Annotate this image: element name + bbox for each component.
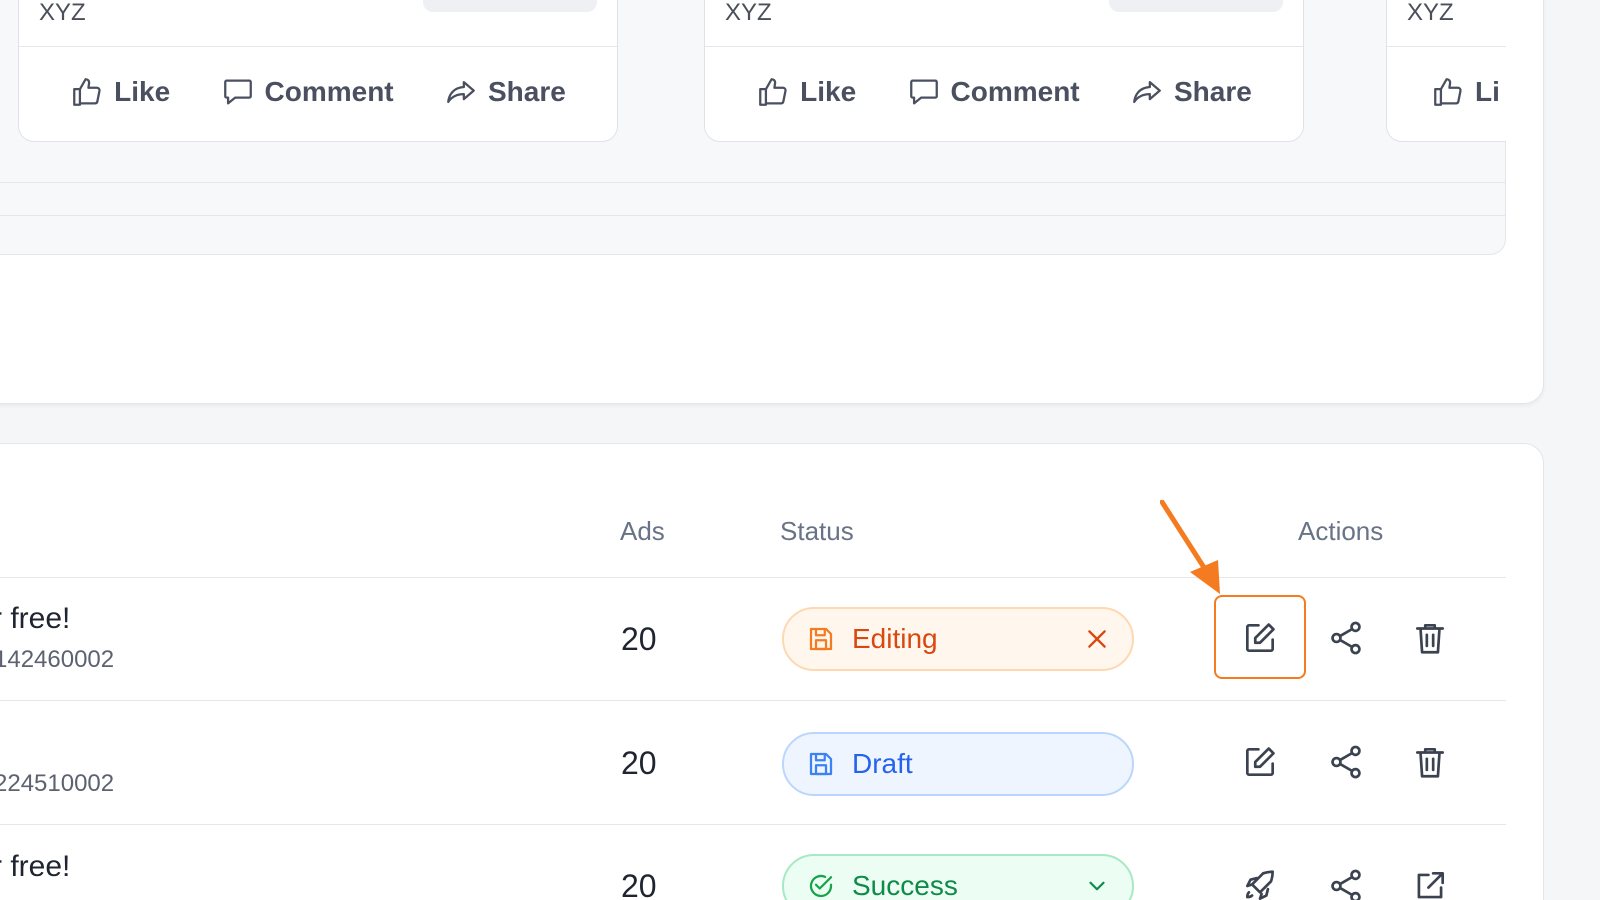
share-button[interactable]: Share (444, 75, 566, 109)
row-ads-count: 20 (621, 868, 657, 900)
close-icon[interactable] (1084, 626, 1110, 652)
save-icon (809, 752, 833, 776)
campaigns-table (0, 443, 1544, 900)
launch-button[interactable] (1238, 864, 1282, 900)
column-header-ads[interactable]: Ads (620, 516, 665, 547)
share-label: Share (487, 76, 566, 107)
row-ads-count: 20 (621, 745, 657, 781)
column-header-actions: Actions (1298, 516, 1384, 546)
edit-button[interactable] (1238, 740, 1282, 784)
like-label: Like (800, 76, 857, 107)
trash-icon (1415, 747, 1445, 778)
share-arrow-icon (447, 80, 475, 104)
divider (705, 46, 1303, 47)
post-author: XYZ (39, 0, 86, 26)
post-card: XYZ Li (1386, 0, 1506, 142)
like-label: Like (114, 76, 171, 107)
divider (0, 182, 1505, 183)
post-actions: Like Comment Share (19, 55, 617, 129)
status-label: Editing (852, 623, 938, 654)
post-tag (423, 0, 597, 12)
like-button[interactable]: Li (1431, 55, 1500, 129)
check-circle-icon (809, 874, 833, 898)
share-icon (1331, 745, 1361, 779)
column-header-status[interactable]: Status (780, 516, 854, 547)
row-id: 142460002 (0, 646, 115, 673)
edit-button-highlight (1214, 595, 1306, 679)
post-author: XYZ (725, 0, 772, 26)
comment-button[interactable]: Comment (221, 75, 394, 109)
save-icon (809, 627, 833, 651)
edit-icon (1245, 747, 1275, 777)
share-label: Share (1173, 76, 1252, 107)
post-tag (1109, 0, 1283, 12)
thumbs-up-icon (759, 78, 787, 106)
comment-button[interactable]: Comment (907, 75, 1080, 109)
divider (0, 824, 1506, 825)
share-button[interactable] (1324, 864, 1368, 900)
row-title[interactable]: r free! (0, 602, 70, 636)
share-arrow-icon (1133, 80, 1161, 104)
delete-button[interactable] (1408, 616, 1452, 660)
row-ads-count: 20 (621, 621, 657, 657)
trash-icon (1415, 623, 1445, 654)
delete-button[interactable] (1408, 740, 1452, 784)
status-badge-success[interactable]: Success (782, 854, 1134, 900)
rocket-icon (1245, 870, 1275, 900)
external-link-icon (1417, 871, 1445, 899)
status-label: Draft (852, 748, 913, 779)
thumbs-up-icon (1434, 78, 1462, 106)
divider (0, 700, 1506, 701)
divider (0, 577, 1506, 578)
post-author: XYZ (1407, 0, 1454, 26)
post-card: XYZ Like Comment Share (18, 0, 618, 142)
row-id: 224510002 (0, 770, 115, 797)
post-card: XYZ Like Comment Share (704, 0, 1304, 142)
divider (0, 215, 1505, 216)
like-button[interactable]: Like (70, 75, 170, 109)
like-label: Li (1475, 76, 1500, 107)
comment-icon (909, 79, 938, 105)
share-icon (1331, 869, 1361, 900)
share-icon (1331, 621, 1361, 655)
open-external-button[interactable] (1408, 864, 1452, 900)
share-button[interactable] (1324, 616, 1368, 660)
share-button[interactable] (1324, 740, 1368, 784)
comment-icon (223, 79, 252, 105)
divider (19, 46, 617, 47)
chevron-down-icon[interactable] (1084, 873, 1110, 899)
post-card-clip: XYZ Li (1386, 0, 1506, 142)
comment-label: Comment (950, 76, 1080, 107)
status-badge-editing[interactable]: Editing (782, 607, 1134, 671)
thumbs-up-icon (73, 78, 101, 106)
divider (1387, 46, 1506, 47)
row-title[interactable]: r free! (0, 850, 70, 884)
post-actions: Like Comment Share (705, 55, 1303, 129)
comment-label: Comment (264, 76, 394, 107)
status-badge-draft[interactable]: Draft (782, 732, 1134, 796)
pointer-arrow (1160, 500, 1220, 594)
like-button[interactable]: Like (756, 75, 856, 109)
status-label: Success (852, 870, 958, 900)
share-button[interactable]: Share (1130, 75, 1252, 109)
